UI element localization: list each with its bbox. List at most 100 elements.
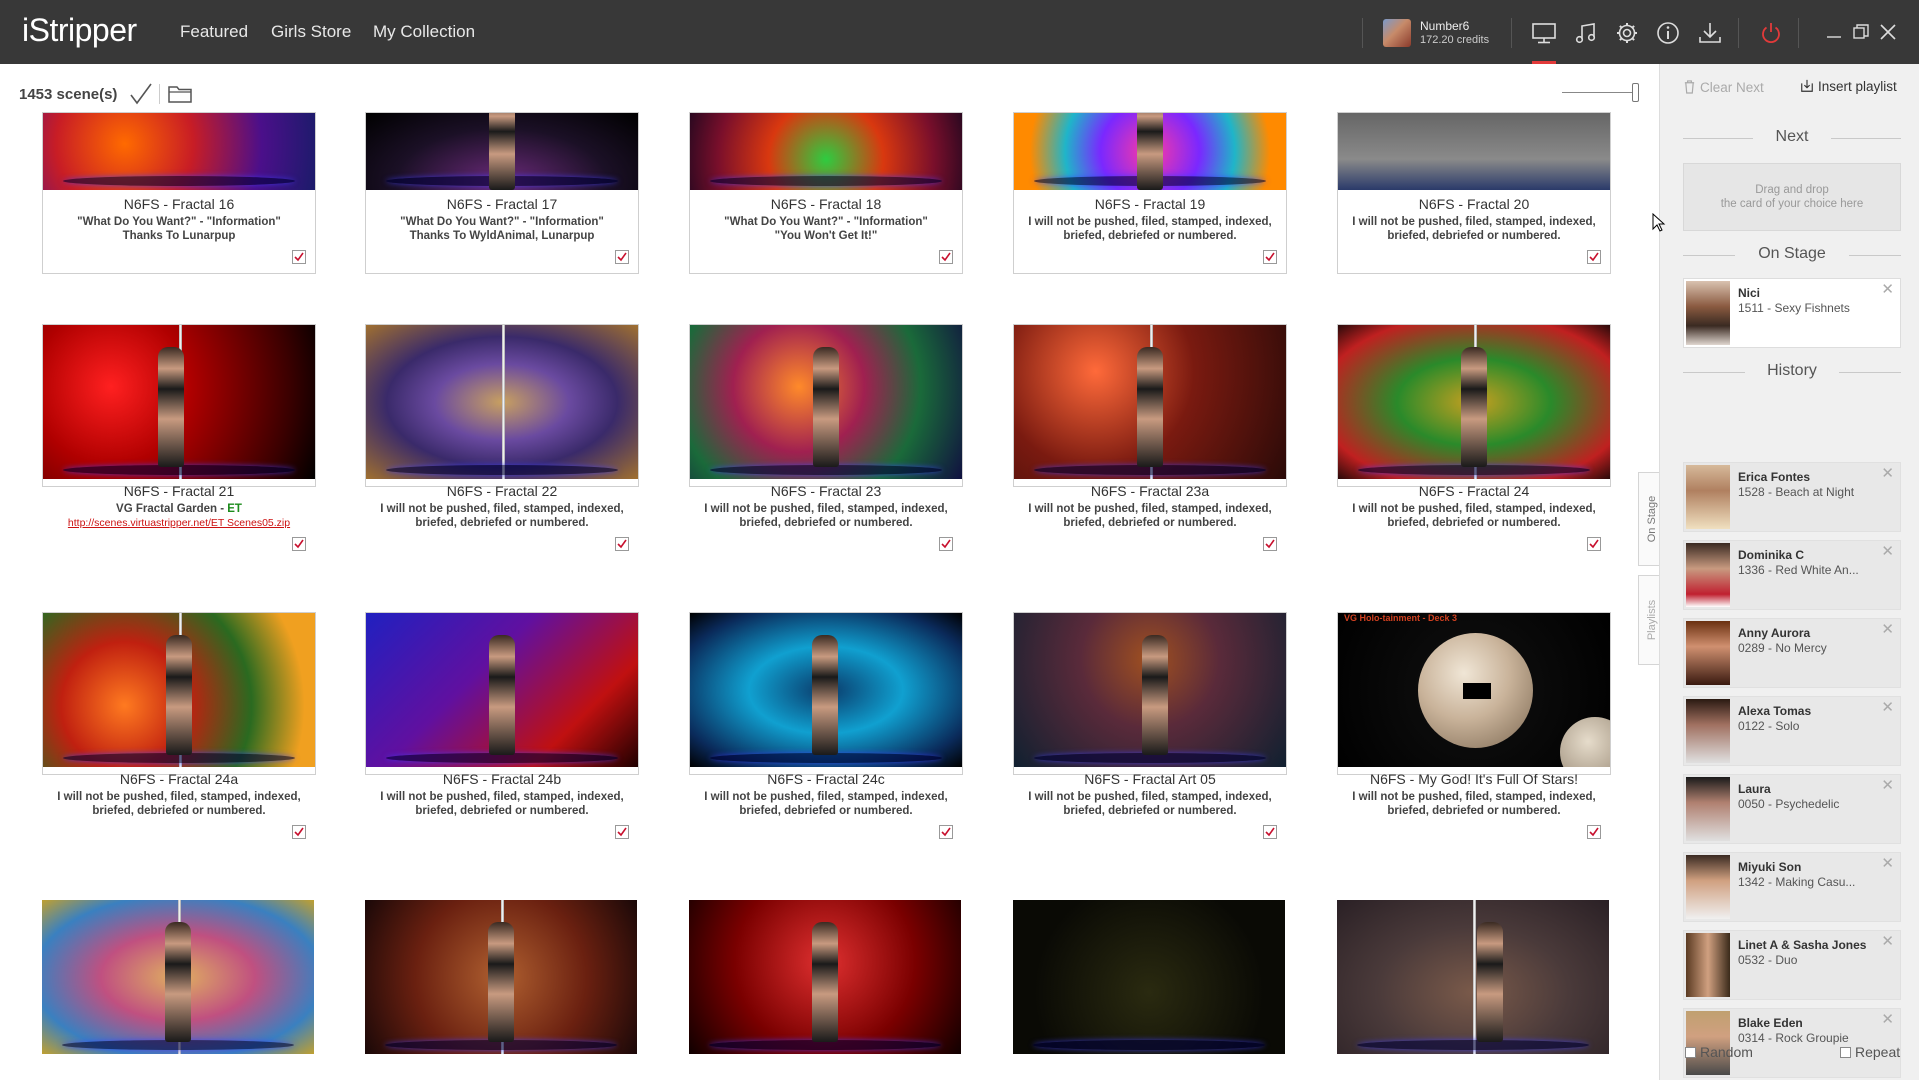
minimize-icon[interactable] [1824, 22, 1844, 42]
scene-link[interactable]: http://scenes.virtuastripper.net/ET Scen… [49, 516, 309, 530]
top-bar: iStripper Featured Girls Store My Collec… [0, 0, 1919, 64]
scene-checkbox[interactable] [1587, 537, 1601, 551]
scene-thumbnail [1014, 325, 1286, 479]
remove-icon[interactable]: ✕ [1881, 778, 1894, 793]
scene-card[interactable] [365, 900, 639, 1054]
remove-icon[interactable]: ✕ [1881, 1012, 1894, 1027]
repeat-checkbox[interactable] [1840, 1047, 1851, 1058]
on-stage-card[interactable]: Nici 1511 - Sexy Fishnets ✕ [1683, 278, 1901, 348]
random-toggle[interactable]: Random [1685, 1044, 1753, 1060]
restore-icon[interactable] [1851, 22, 1871, 42]
remove-icon[interactable]: ✕ [1881, 856, 1894, 871]
next-drop-zone[interactable]: Drag and drop the card of your choice he… [1683, 163, 1901, 231]
scene-checkbox[interactable] [939, 825, 953, 839]
scene-card[interactable]: N6FS - Fractal 18 "What Do You Want?" - "… [689, 112, 963, 274]
zoom-slider-thumb[interactable] [1632, 83, 1639, 102]
clear-next-button[interactable]: Clear Next [1683, 79, 1764, 95]
model-scene: 0314 - Rock Groupie [1738, 1031, 1849, 1045]
scene-thumbnail [43, 113, 315, 190]
scene-checkbox[interactable] [615, 250, 629, 264]
scene-card[interactable] [1337, 900, 1611, 1054]
scene-thumbnail [690, 325, 962, 479]
scene-card[interactable]: N6FS - Fractal 17 "What Do You Want?" - "… [365, 112, 639, 274]
scene-card[interactable]: N6FS - Fractal 24c I will not be pushed, … [689, 612, 963, 839]
scene-thumbnail [42, 900, 314, 1054]
checkmark-icon [1589, 252, 1599, 262]
scene-title: N6FS - Fractal 23 [770, 483, 882, 499]
scene-card[interactable]: N6FS - Fractal 20 I will not be pushed, f… [1337, 112, 1611, 274]
scene-checkbox[interactable] [939, 537, 953, 551]
divider [1362, 18, 1363, 48]
download-icon[interactable] [1697, 20, 1723, 46]
model-thumbnail [1686, 465, 1730, 529]
scene-checkbox[interactable] [1587, 825, 1601, 839]
model-scene: 0050 - Psychedelic [1738, 797, 1840, 811]
scene-card[interactable] [1013, 900, 1287, 1054]
scene-checkbox[interactable] [615, 825, 629, 839]
nav-girls-store[interactable]: Girls Store [271, 22, 351, 42]
nav-my-collection[interactable]: My Collection [373, 22, 475, 42]
scene-thumbnail [1338, 325, 1610, 479]
repeat-toggle[interactable]: Repeat [1840, 1044, 1900, 1060]
music-icon[interactable] [1573, 20, 1599, 46]
insert-playlist-button[interactable]: Insert playlist [1800, 79, 1897, 94]
scene-description: I will not be pushed, filed, stamped, in… [57, 791, 301, 817]
history-item[interactable]: Anny Aurora 0289 - No Mercy ✕ [1683, 618, 1901, 688]
scene-card[interactable]: N6FS - Fractal 24 I will not be pushed, f… [1337, 324, 1611, 551]
scene-card[interactable]: N6FS - Fractal 16 "What Do You Want?" - "… [42, 112, 316, 274]
scene-card[interactable]: VG Holo-tainment - Deck 3 N6FS - My God! … [1337, 612, 1611, 839]
history-item[interactable]: Laura 0050 - Psychedelic ✕ [1683, 774, 1901, 844]
remove-icon[interactable]: ✕ [1881, 700, 1894, 715]
scene-card[interactable]: N6FS - Fractal 23 I will not be pushed, f… [689, 324, 963, 551]
folder-icon[interactable] [167, 84, 193, 104]
remove-icon[interactable]: ✕ [1881, 934, 1894, 949]
display-icon[interactable] [1531, 20, 1557, 46]
scene-card[interactable] [689, 900, 963, 1054]
nav-featured[interactable]: Featured [180, 22, 248, 42]
scene-checkbox[interactable] [1263, 825, 1277, 839]
model-name: Linet A & Sasha Jones [1738, 938, 1867, 952]
info-icon[interactable] [1655, 20, 1681, 46]
scene-card[interactable] [42, 900, 316, 1054]
scene-checkbox[interactable] [1263, 250, 1277, 264]
scene-checkbox[interactable] [292, 537, 306, 551]
user-credits: 172.20 credits [1420, 34, 1490, 46]
history-item[interactable]: Alexa Tomas 0122 - Solo ✕ [1683, 696, 1901, 766]
scene-card[interactable]: N6FS - Fractal 24a I will not be pushed, … [42, 612, 316, 839]
model-name: Miyuki Son [1738, 860, 1802, 874]
tab-on-stage[interactable]: On Stage [1638, 472, 1660, 566]
remove-icon[interactable]: ✕ [1881, 466, 1894, 481]
scene-checkbox[interactable] [292, 825, 306, 839]
on-stage-label: On Stage [1758, 245, 1826, 262]
history-item[interactable]: Blake Eden 0314 - Rock Groupie ✕ [1683, 1008, 1901, 1078]
scene-checkbox[interactable] [615, 537, 629, 551]
scene-card[interactable]: N6FS - Fractal 24b I will not be pushed, … [365, 612, 639, 839]
close-icon[interactable] [1878, 22, 1898, 42]
scene-card[interactable]: N6FS - Fractal 22 I will not be pushed, f… [365, 324, 639, 551]
scene-card[interactable]: N6FS - Fractal 21 VG Fractal Garden - ET h… [42, 324, 316, 551]
divider [159, 84, 160, 104]
history-item[interactable]: Linet A & Sasha Jones 0532 - Duo ✕ [1683, 930, 1901, 1000]
scene-checkbox[interactable] [1587, 250, 1601, 264]
scene-card[interactable]: N6FS - Fractal Art 05 I will not be pushe… [1013, 612, 1287, 839]
scene-card[interactable]: N6FS - Fractal 19 I will not be pushed, f… [1013, 112, 1287, 274]
scene-card[interactable]: N6FS - Fractal 23a I will not be pushed, … [1013, 324, 1287, 551]
power-icon[interactable] [1758, 20, 1784, 46]
scene-checkbox[interactable] [1263, 537, 1277, 551]
check-icon[interactable] [129, 83, 153, 105]
remove-icon[interactable]: ✕ [1881, 622, 1894, 637]
scene-checkbox[interactable] [292, 250, 306, 264]
gear-icon[interactable] [1614, 20, 1640, 46]
history-item[interactable]: Erica Fontes 1528 - Beach at Night ✕ [1683, 462, 1901, 532]
history-item[interactable]: Miyuki Son 1342 - Making Casu... ✕ [1683, 852, 1901, 922]
model-name: Anny Aurora [1738, 626, 1811, 640]
zoom-slider-track[interactable] [1562, 92, 1632, 93]
scene-description: I will not be pushed, filed, stamped, in… [380, 503, 624, 529]
remove-icon[interactable]: ✕ [1881, 544, 1894, 559]
history-item[interactable]: Dominika C 1336 - Red White An... ✕ [1683, 540, 1901, 610]
random-checkbox[interactable] [1685, 1047, 1696, 1058]
scene-checkbox[interactable] [939, 250, 953, 264]
remove-icon[interactable]: ✕ [1881, 282, 1894, 297]
tab-playlists[interactable]: Playlists [1638, 575, 1660, 665]
user-avatar[interactable] [1383, 19, 1411, 47]
